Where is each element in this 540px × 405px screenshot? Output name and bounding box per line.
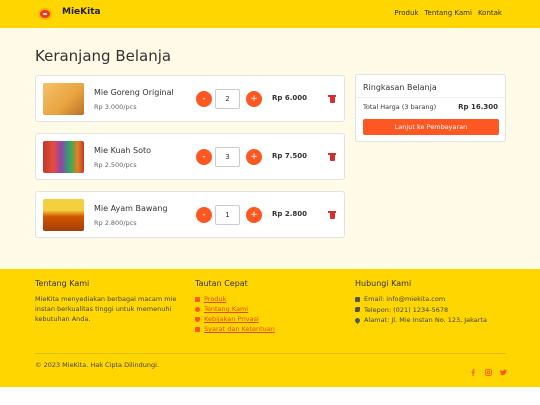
product-name: Mie Kuah Soto <box>94 146 152 155</box>
social-links <box>470 361 507 376</box>
item-subtotal: Rp 6.000 <box>272 94 307 102</box>
twitter-icon[interactable] <box>499 361 507 376</box>
box-icon <box>195 296 200 302</box>
product-unit-price: Rp 2.500/pcs <box>94 161 137 169</box>
footer-links-title: Tautan Cepat <box>195 279 248 288</box>
footer-link-tentang-kami[interactable]: Tentang Kami <box>195 304 275 314</box>
footer-quick-links: Tautan Cepat Produk Tentang Kami Kebijak… <box>195 279 275 334</box>
page-title: Keranjang Belanja <box>35 47 172 65</box>
trash-icon[interactable] <box>328 153 336 161</box>
footer-link-produk[interactable]: Produk <box>195 294 275 304</box>
quantity-input[interactable]: 3 <box>215 147 240 167</box>
footer-link-label[interactable]: Kebijakan Privasi <box>204 314 259 324</box>
cart-item: Mie Goreng Original Rp 3.000/pcs - 2 + R… <box>35 75 345 122</box>
product-image <box>43 141 84 173</box>
increase-qty-button[interactable]: + <box>246 149 262 165</box>
noodle-logo-icon[interactable] <box>38 8 52 20</box>
envelope-icon <box>355 296 360 302</box>
decrease-qty-button[interactable]: - <box>196 207 212 223</box>
summary-title: Ringkasan Belanja <box>363 83 437 92</box>
footer: Tentang Kami MieKita menyediakan berbaga… <box>0 269 540 387</box>
contact-email: Email: info@miekita.com <box>355 294 487 305</box>
cart-item: Mie Kuah Soto Rp 2.500/pcs - 3 + Rp 7.50… <box>35 133 345 180</box>
product-unit-price: Rp 2.800/pcs <box>94 219 137 227</box>
item-subtotal: Rp 2.800 <box>272 210 307 218</box>
checkout-button[interactable]: Lanjut ke Pembayaran <box>363 119 499 135</box>
nav-link-tentang-kami[interactable]: Tentang Kami <box>424 9 472 17</box>
footer-link-label[interactable]: Tentang Kami <box>204 304 248 314</box>
product-name: Mie Goreng Original <box>94 88 174 97</box>
map-pin-icon <box>353 316 362 324</box>
product-name: Mie Ayam Bawang <box>94 204 168 213</box>
product-image <box>43 83 84 115</box>
navbar: MieKita Produk Tentang Kami Kontak <box>0 0 540 28</box>
order-summary: Ringkasan Belanja Total Harga (3 barang)… <box>355 74 506 142</box>
footer-link-label[interactable]: Produk <box>204 294 226 304</box>
instagram-icon[interactable] <box>485 361 492 376</box>
footer-link-syarat-ketentuan[interactable]: Syarat dan Ketentuan <box>195 324 275 334</box>
nav-links: Produk Tentang Kami Kontak <box>394 9 502 17</box>
quantity-input[interactable]: 1 <box>215 205 240 225</box>
trash-icon[interactable] <box>328 95 336 103</box>
brand-name[interactable]: MieKita <box>62 7 101 17</box>
footer-divider <box>35 353 506 354</box>
contact-address-text: Alamat: Jl. Mie Instan No. 123, Jakarta <box>364 316 487 324</box>
footer-contact-title: Hubungi Kami <box>355 279 412 288</box>
decrease-qty-button[interactable]: - <box>196 91 212 107</box>
footer-about-text: MieKita menyediakan berbagai macam mie i… <box>35 295 177 323</box>
quantity-input[interactable]: 2 <box>215 89 240 109</box>
cart-item: Mie Ayam Bawang Rp 2.800/pcs - 1 + Rp 2.… <box>35 191 345 238</box>
phone-icon <box>355 307 360 313</box>
product-unit-price: Rp 3.000/pcs <box>94 103 137 111</box>
item-subtotal: Rp 7.500 <box>272 152 307 160</box>
total-label: Total Harga (3 barang) <box>363 103 437 111</box>
contact-phone: Telepon: (021) 1234-5678 <box>355 305 487 316</box>
nav-link-kontak[interactable]: Kontak <box>478 9 502 17</box>
total-value: Rp 16.300 <box>458 103 498 111</box>
increase-qty-button[interactable]: + <box>246 207 262 223</box>
document-icon <box>195 326 200 332</box>
contact-address: Alamat: Jl. Mie Instan No. 123, Jakarta <box>353 315 487 326</box>
decrease-qty-button[interactable]: - <box>196 149 212 165</box>
product-image <box>43 199 84 231</box>
increase-qty-button[interactable]: + <box>246 91 262 107</box>
footer-link-label[interactable]: Syarat dan Ketentuan <box>204 324 275 334</box>
summary-divider <box>356 97 505 98</box>
footer-link-kebijakan-privasi[interactable]: Kebijakan Privasi <box>195 314 275 324</box>
contact-email-text: Email: info@miekita.com <box>364 295 446 303</box>
nav-link-produk[interactable]: Produk <box>394 9 418 17</box>
footer-about: Tentang Kami MieKita menyediakan berbaga… <box>35 279 185 324</box>
page-bottom-area <box>0 387 540 405</box>
shield-icon <box>195 316 200 322</box>
trash-icon[interactable] <box>328 211 336 219</box>
contact-phone-text: Telepon: (021) 1234-5678 <box>364 305 449 314</box>
facebook-icon[interactable] <box>470 361 476 376</box>
footer-about-title: Tentang Kami <box>35 279 90 288</box>
footer-contact: Hubungi Kami Email: info@miekita.com Tel… <box>353 279 487 326</box>
info-icon <box>195 306 200 312</box>
copyright: © 2023 MieKita. Hak Cipta Dilindungi. <box>35 361 159 369</box>
